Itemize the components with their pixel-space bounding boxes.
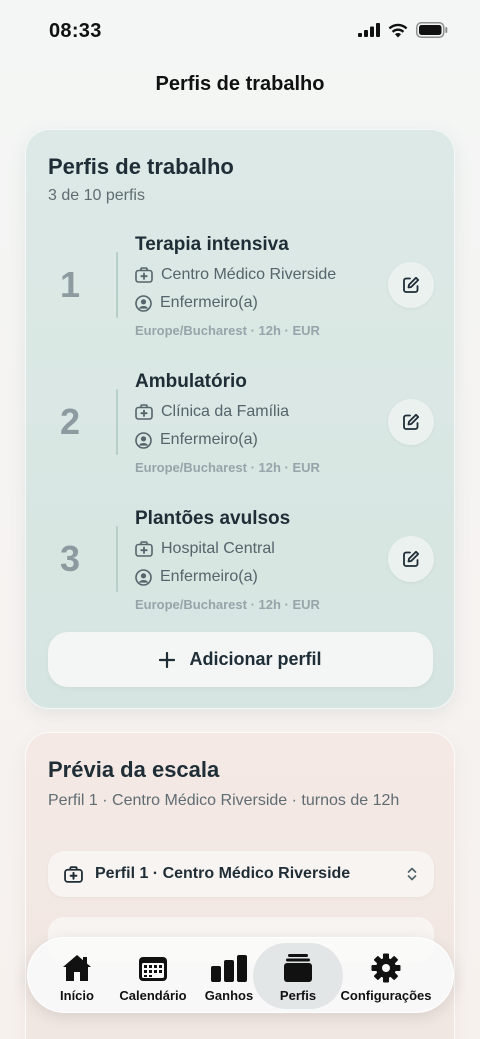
- tab-label: Calendário: [119, 988, 187, 1003]
- tab-label: Configurações: [340, 988, 432, 1003]
- profile-divider: [116, 252, 118, 318]
- medical-kit-icon: [135, 267, 153, 283]
- tab-label: Ganhos: [204, 988, 254, 1003]
- profiles-stack-icon: [284, 954, 312, 982]
- bar-chart-icon: [211, 955, 247, 982]
- tab-profiles[interactable]: Perfis: [252, 938, 344, 1014]
- profile-facility-row: Hospital Central: [135, 540, 275, 558]
- profile-meta: Europe/Bucharest · 12h · EUR: [135, 460, 320, 475]
- profile-facility: Clínica da Família: [161, 403, 290, 420]
- medical-kit-icon: [64, 865, 83, 883]
- preview-card-subtitle: Perfil 1 · Centro Médico Riverside · tur…: [48, 792, 400, 809]
- profile-role-row: Enfermeiro(a): [135, 568, 258, 586]
- plus-icon: [159, 651, 176, 668]
- preview-card-title: Prévia da escala: [48, 757, 220, 782]
- tab-settings[interactable]: Configurações: [340, 938, 432, 1014]
- profile-divider: [116, 526, 118, 592]
- status-bar: 08:33: [0, 0, 480, 60]
- profile-role-row: Enfermeiro(a): [135, 294, 258, 312]
- profile-divider: [116, 389, 118, 455]
- cellular-signal-icon: [358, 23, 380, 37]
- profile-meta: Europe/Bucharest · 12h · EUR: [135, 597, 320, 612]
- profile-select-value: Perfil 1 · Centro Médico Riverside: [95, 865, 351, 882]
- profile-number: 2: [59, 401, 81, 442]
- profile-role: Enfermeiro(a): [160, 568, 258, 585]
- tab-label: Início: [60, 988, 94, 1003]
- profile-facility: Hospital Central: [161, 540, 275, 557]
- edit-profile-button[interactable]: [388, 536, 434, 582]
- profile-role: Enfermeiro(a): [160, 431, 258, 448]
- edit-icon: [403, 276, 420, 293]
- chevron-up-down-icon: [407, 867, 417, 881]
- tab-home[interactable]: Início: [40, 938, 114, 1014]
- medical-kit-icon: [135, 541, 153, 557]
- medical-kit-icon: [135, 404, 153, 420]
- profiles-count: 3 de 10 perfis: [48, 187, 145, 204]
- profile-role-row: Enfermeiro(a): [135, 431, 258, 449]
- add-profile-label: Adicionar perfil: [189, 649, 322, 669]
- edit-profile-button[interactable]: [388, 262, 434, 308]
- page-title: Perfis de trabalho: [155, 73, 325, 95]
- profiles-card: Perfis de trabalho 3 de 10 perfis 1 Tera…: [25, 129, 455, 709]
- profiles-card-title: Perfis de trabalho: [48, 154, 234, 179]
- profile-name: Terapia intensiva: [135, 234, 289, 255]
- profile-number: 3: [59, 538, 81, 579]
- profile-role: Enfermeiro(a): [160, 294, 258, 311]
- home-icon: [63, 955, 91, 981]
- edit-icon: [403, 413, 420, 430]
- wifi-icon: [388, 23, 408, 37]
- profile-name: Ambulatório: [135, 371, 247, 392]
- add-profile-button[interactable]: Adicionar perfil: [48, 632, 433, 687]
- profile-facility-row: Centro Médico Riverside: [135, 266, 336, 284]
- profile-item: 1 Terapia intensiva Centro Médico Rivers…: [26, 232, 456, 342]
- profile-facility-row: Clínica da Família: [135, 403, 289, 421]
- profile-meta: Europe/Bucharest · 12h · EUR: [135, 323, 320, 338]
- tab-calendar[interactable]: Calendário: [114, 938, 192, 1014]
- person-circle-icon: [135, 568, 152, 586]
- tab-bar: Início Calendário Ganhos Perfis Configur…: [27, 937, 454, 1013]
- profile-number: 1: [59, 264, 81, 305]
- profile-item: 2 Ambulatório Clínica da Família Enferme…: [26, 369, 456, 479]
- profile-facility: Centro Médico Riverside: [161, 266, 337, 283]
- edit-profile-button[interactable]: [388, 399, 434, 445]
- profile-name: Plantões avulsos: [135, 508, 291, 529]
- tab-label: Perfis: [279, 988, 317, 1003]
- gear-icon: [371, 953, 401, 983]
- profile-select[interactable]: Perfil 1 · Centro Médico Riverside: [48, 851, 434, 897]
- profile-item: 3 Plantões avulsos Hospital Central Enfe…: [26, 506, 456, 616]
- edit-icon: [403, 550, 420, 567]
- calendar-icon: [139, 957, 167, 981]
- person-circle-icon: [135, 431, 152, 449]
- status-time: 08:33: [49, 20, 102, 42]
- person-circle-icon: [135, 294, 152, 312]
- status-icons: [358, 22, 448, 38]
- battery-icon: [416, 22, 448, 38]
